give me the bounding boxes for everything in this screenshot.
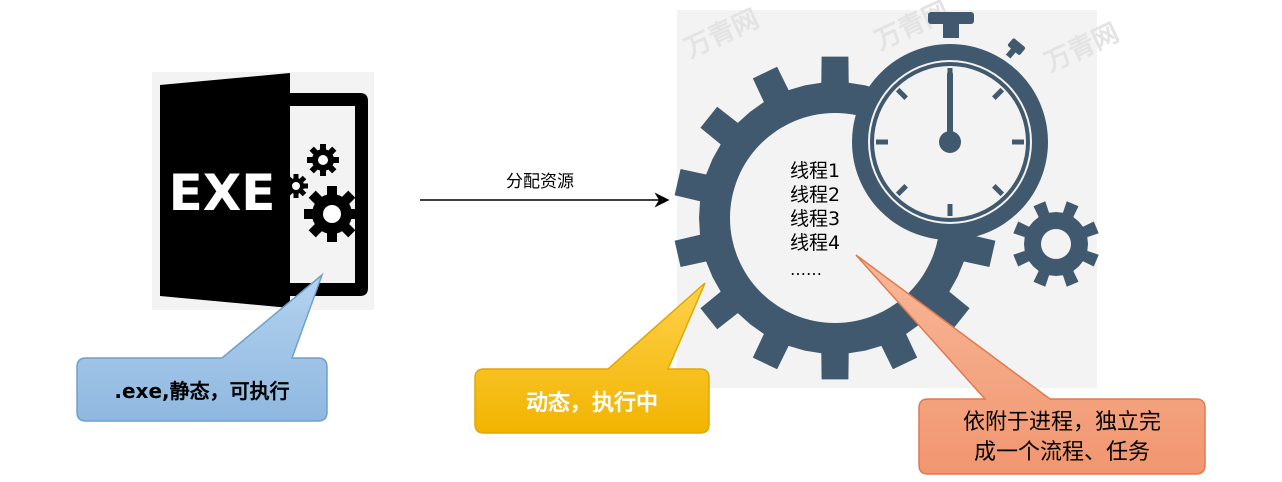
gear-stopwatch-icon: 万青网 万青网 万青网 万青网 万青网 线程1 bbox=[674, 0, 1124, 388]
exe-label: EXE bbox=[169, 164, 276, 222]
large-gear-icon bbox=[304, 186, 360, 242]
thread-more: …… bbox=[790, 260, 822, 279]
process-thread-diagram: EXE 分配资源 万青网 万青网 万青网 线程1 线程2 线程3 线程4 …… … bbox=[76, 0, 1206, 475]
thread-item: 线程4 bbox=[790, 232, 840, 254]
thread-callout-line2: 成一个流程、任务 bbox=[974, 440, 1150, 465]
arrow-label: 分配资源 bbox=[506, 172, 574, 192]
diagram-canvas: EXE 分配资源 万青网 万青网 万青网 线程1 线程2 线程3 线程4 …… … bbox=[0, 0, 1282, 482]
thread-item: 线程3 bbox=[790, 208, 840, 230]
thread-callout-line1: 依附于进程，独立完 bbox=[963, 410, 1161, 435]
allocate-resources-arrow: 分配资源 bbox=[420, 172, 670, 208]
small-cog-hole bbox=[1041, 229, 1071, 259]
small-gear-icon bbox=[307, 144, 339, 176]
process-callout-text: 动态，执行中 bbox=[526, 390, 658, 416]
thread-item: 线程1 bbox=[790, 160, 840, 182]
exe-callout-text: .exe,静态，可执行 bbox=[114, 379, 289, 403]
process-dynamic-callout: 动态，执行中 bbox=[474, 282, 710, 434]
thread-item: 线程2 bbox=[790, 184, 840, 206]
exe-file-gears-icon: EXE bbox=[152, 72, 374, 310]
tiny-gear-icon bbox=[284, 174, 308, 198]
